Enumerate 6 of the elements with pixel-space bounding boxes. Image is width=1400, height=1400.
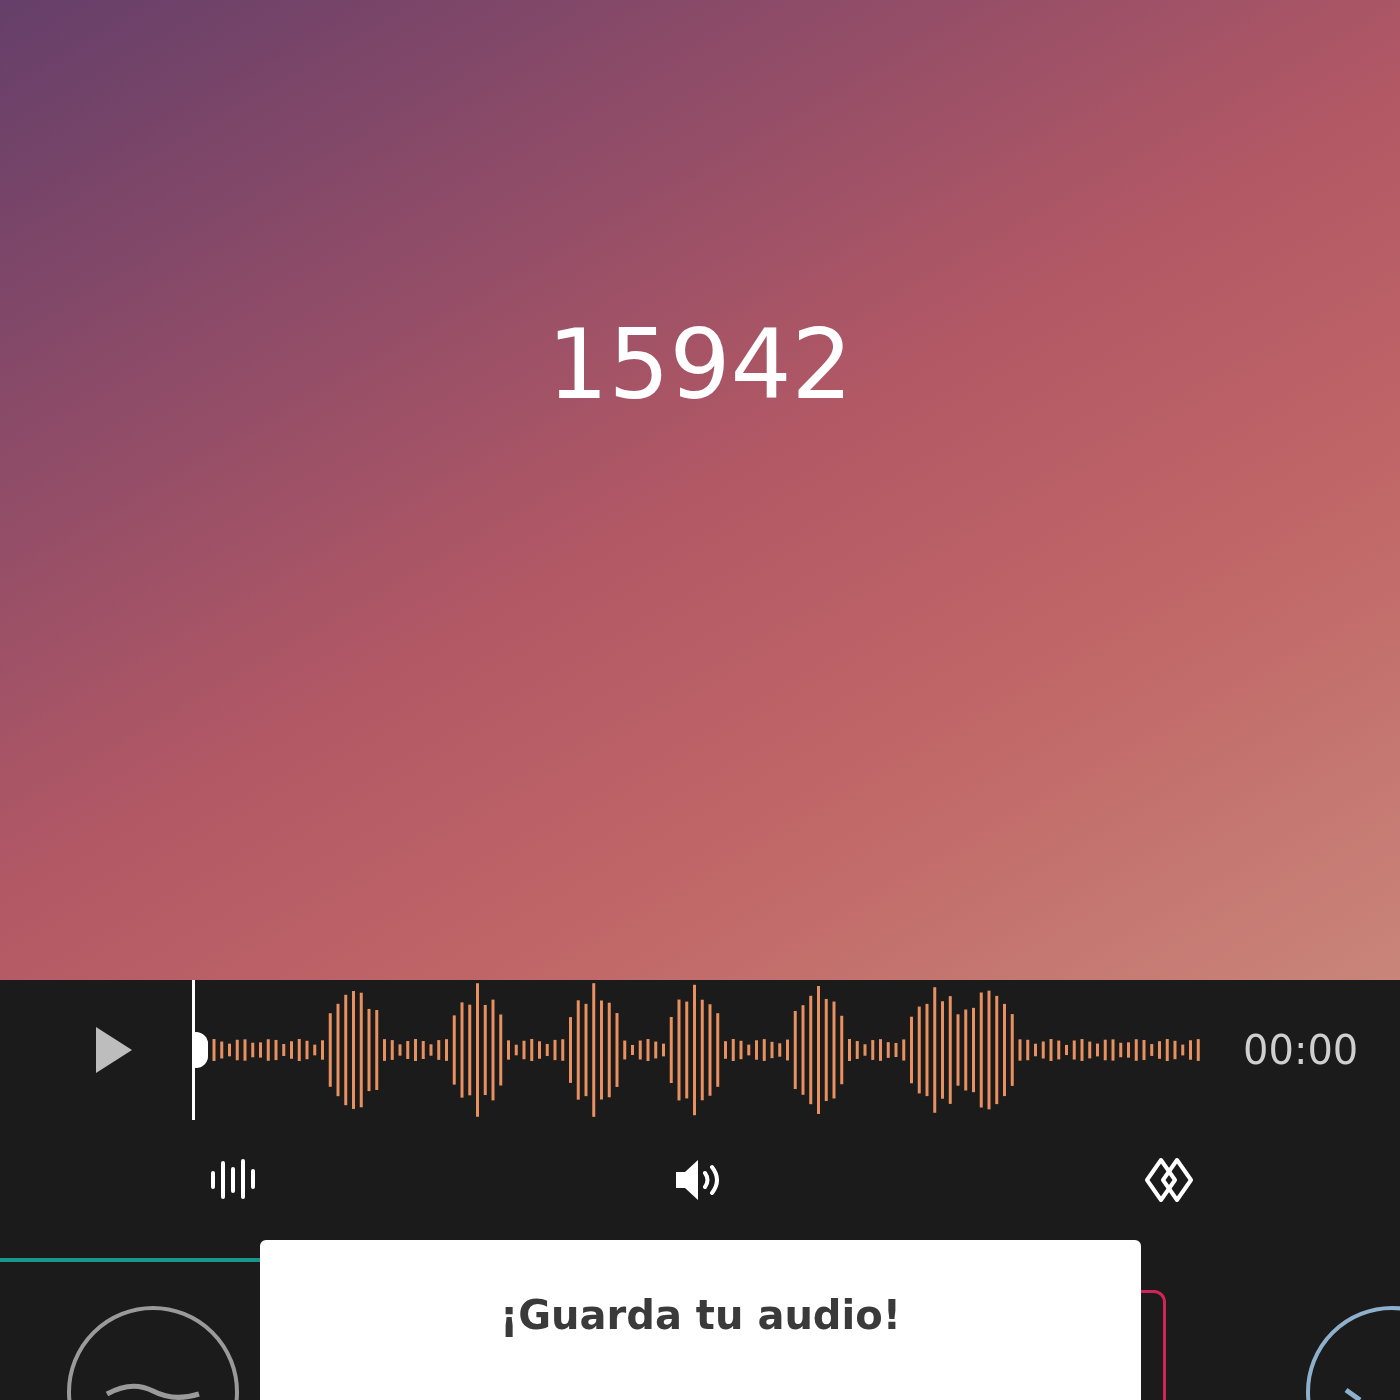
- counter-text: 15942: [547, 310, 853, 420]
- dialog-title: ¡Guarda tu audio!: [500, 1292, 901, 1340]
- linked-diamonds-icon[interactable]: [1144, 1157, 1194, 1203]
- time-label: 00:00: [1243, 1027, 1359, 1073]
- play-button[interactable]: [96, 1027, 132, 1073]
- playhead-handle[interactable]: [192, 980, 208, 1120]
